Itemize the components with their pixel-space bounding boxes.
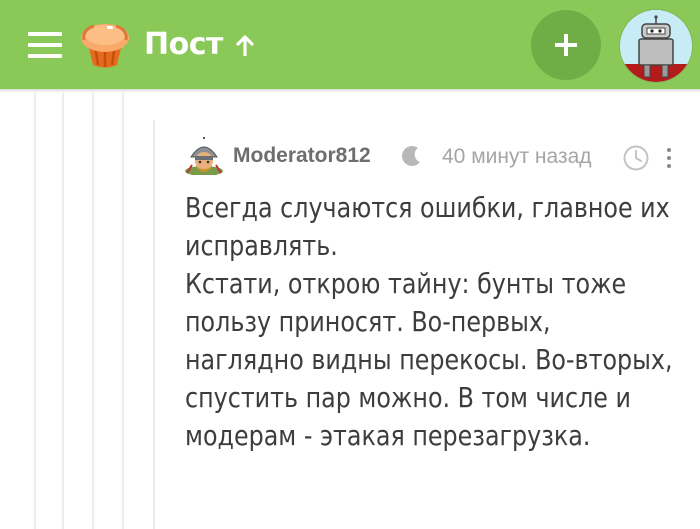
arrow-up-icon[interactable] — [232, 33, 258, 59]
vertical-dots-icon[interactable] — [664, 145, 674, 171]
top-bar: Пост — [0, 0, 700, 89]
thread-line[interactable] — [122, 93, 124, 529]
comment-author[interactable]: Moderator812 — [233, 144, 371, 168]
top-bar-shadow — [0, 89, 700, 93]
clock-icon[interactable] — [622, 144, 650, 172]
comment-timestamp: 40 минут назад — [442, 145, 592, 168]
author-avatar[interactable] — [183, 137, 225, 175]
comment-paragraph: Всегда случаются ошибки, главное их испр… — [185, 191, 670, 262]
thread-line[interactable] — [62, 93, 64, 529]
thread-line[interactable] — [92, 93, 94, 529]
comment-body: Всегда случаются ошибки, главное их испр… — [185, 189, 675, 455]
crescent-moon-icon — [402, 146, 420, 166]
comment-thread-line[interactable] — [153, 120, 155, 529]
add-post-button[interactable] — [531, 10, 601, 80]
cupcake-logo-icon[interactable] — [78, 18, 132, 70]
robot-avatar-icon — [620, 10, 692, 82]
hamburger-menu-icon[interactable] — [28, 32, 62, 58]
user-avatar[interactable] — [620, 10, 692, 82]
page-title: Пост — [144, 27, 223, 62]
thread-line[interactable] — [34, 93, 36, 529]
comment-paragraph: Кстати, открою тайну: бунты тоже пользу … — [185, 267, 673, 452]
